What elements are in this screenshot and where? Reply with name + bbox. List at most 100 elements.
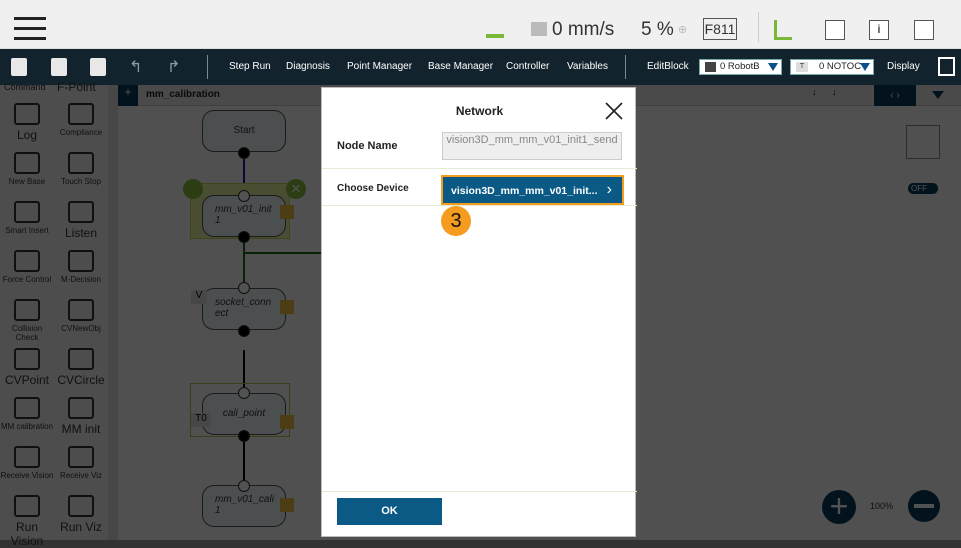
point-manager-button[interactable]: Point Manager (347, 61, 412, 72)
sidebar-item-mm-calibration[interactable]: MM calibration (0, 397, 54, 431)
close-icon[interactable] (603, 100, 625, 122)
sidebar-item-label: Touch Stop (60, 177, 102, 186)
tab-f-point[interactable]: F-Point (57, 80, 96, 94)
compliance-icon (68, 103, 94, 125)
receive-viz-icon (68, 446, 94, 468)
sidebar-item-force-control[interactable]: Force Control (0, 250, 54, 284)
flow-node[interactable]: cali_point (202, 393, 286, 435)
sidebar-item-label: Compliance (59, 128, 103, 137)
sidebar-item-smart-insert[interactable]: Smart Insert (0, 201, 54, 235)
base-manager-button[interactable]: Base Manager (428, 61, 493, 72)
sidebar-item-label: Force Control (2, 275, 52, 284)
tab-dropdown-icon[interactable] (932, 91, 944, 99)
sidebar-item-cvcircle[interactable]: CVCircle (54, 348, 108, 387)
sidebar-item-label: CVPoint (4, 373, 50, 387)
sidebar-item-receive-viz[interactable]: Receive Viz (54, 446, 108, 480)
node-port (238, 147, 250, 159)
undo-icon[interactable]: ↰ (129, 57, 142, 77)
robot-base-select[interactable]: 0 RobotB (699, 59, 782, 75)
speed-adjust-icon[interactable]: ⊕ (678, 23, 687, 36)
divider (207, 55, 208, 79)
variables-button[interactable]: Variables (567, 61, 608, 72)
sidebar-item-touch-stop[interactable]: Touch Stop (54, 152, 108, 186)
sidebar-item-compliance[interactable]: Compliance (54, 103, 108, 137)
node-port (238, 387, 250, 399)
sidebar-item-run-viz[interactable]: Run Viz (54, 495, 108, 534)
zoom-in-icon[interactable]: + (822, 490, 856, 524)
robot-arm-icon[interactable] (774, 20, 792, 40)
edit-node-icon[interactable] (183, 179, 203, 199)
node-tag: V (191, 290, 207, 304)
redo-icon[interactable]: ↱ (167, 57, 180, 77)
m-decision-icon (68, 250, 94, 272)
ok-button[interactable]: OK (337, 498, 442, 525)
choose-device-button[interactable]: vision3D_mm_mm_v01_init... › (441, 175, 624, 205)
cvnewobj-icon (68, 299, 94, 321)
sidebar-item-label: Run Vision (10, 520, 44, 548)
document-icon[interactable] (914, 20, 934, 40)
display-button[interactable]: Display (887, 61, 920, 72)
tool-icon: T (796, 62, 808, 72)
sort-za-icon[interactable]: ↓ (812, 87, 817, 97)
speed-percent[interactable]: 5 % (641, 19, 674, 41)
mm-init-icon (68, 397, 94, 419)
controller-button[interactable]: Controller (506, 61, 549, 72)
hamburger-menu-icon[interactable] (14, 17, 46, 41)
sidebar-item-listen[interactable]: Listen (54, 201, 108, 240)
status-bar (0, 0, 961, 49)
base-icon (705, 62, 716, 72)
add-tab-button[interactable]: + (118, 85, 138, 106)
node-port (238, 325, 250, 337)
tab-nav-arrows[interactable]: ‹ › (874, 85, 916, 106)
step-run-button[interactable]: Step Run (229, 61, 271, 72)
sidebar-item-label: New Base (8, 177, 46, 186)
touch-stop-icon (68, 152, 94, 174)
toggle-switch[interactable]: OFF (908, 175, 938, 195)
layout-icon[interactable] (938, 57, 955, 76)
choose-device-label: Choose Device (337, 183, 409, 194)
command-sidebar: Command F-Point Log Compliance New Base Tou… (0, 80, 118, 548)
panel-icon[interactable] (825, 20, 845, 40)
sidebar-item-run-vision[interactable]: Run Vision (0, 495, 54, 548)
sidebar-item-cvpoint[interactable]: CVPoint (0, 348, 54, 387)
log-icon (14, 103, 40, 125)
new-file-icon[interactable] (11, 58, 27, 76)
function-code[interactable]: F811 (703, 18, 737, 40)
sidebar-item-cvnewobj[interactable]: CVNewObj (54, 299, 108, 333)
divider (322, 205, 637, 206)
sidebar-item-label: Run Viz (60, 520, 102, 534)
save-file-icon[interactable] (51, 58, 67, 76)
sidebar-item-log[interactable]: Log (0, 103, 54, 142)
sidebar-item-label: M-Decision (60, 275, 101, 284)
export-file-icon[interactable] (90, 58, 106, 76)
sidebar-item-label: Smart Insert (5, 226, 49, 235)
auto-layout-icon[interactable] (906, 125, 940, 159)
sidebar-item-label: Receive Viz (59, 471, 103, 480)
node-port (238, 282, 250, 294)
sidebar-item-new-base[interactable]: New Base (0, 152, 54, 186)
diagnosis-button[interactable]: Diagnosis (286, 61, 330, 72)
info-icon[interactable]: i (869, 20, 889, 40)
new-base-icon (14, 152, 40, 174)
cvpoint-icon (14, 348, 40, 370)
tool-select[interactable]: T 0 NOTOC (790, 59, 874, 75)
sidebar-item-mm-init[interactable]: MM init (54, 397, 108, 436)
tab-mm-calibration[interactable]: mm_calibration (146, 89, 220, 100)
flow-node-start[interactable]: Start (202, 110, 286, 152)
node-name-field[interactable]: vision3D_mm_mm_v01_init1_send (442, 132, 622, 160)
delete-node-icon[interactable]: ✕ (286, 179, 306, 199)
zoom-out-icon[interactable] (908, 490, 940, 522)
sidebar-item-collision-check[interactable]: Collision Check (0, 299, 54, 342)
sidebar-item-label: Log (16, 128, 38, 142)
force-control-icon (14, 250, 40, 272)
sidebar-item-m-decision[interactable]: M-Decision (54, 250, 108, 284)
node-type-icon (280, 300, 294, 314)
tab-command[interactable]: Command (4, 82, 46, 92)
chevron-right-icon: › (606, 181, 612, 198)
editblock-button[interactable]: EditBlock (647, 61, 689, 72)
sidebar-item-label: CVCircle (57, 373, 105, 387)
sidebar-scrollbar[interactable] (108, 85, 118, 540)
sidebar-item-receive-vision[interactable]: Receive Vision (0, 446, 54, 480)
flow-node[interactable]: socket_conn ect (202, 288, 286, 330)
sort-az-icon[interactable]: ↓ (832, 87, 837, 97)
